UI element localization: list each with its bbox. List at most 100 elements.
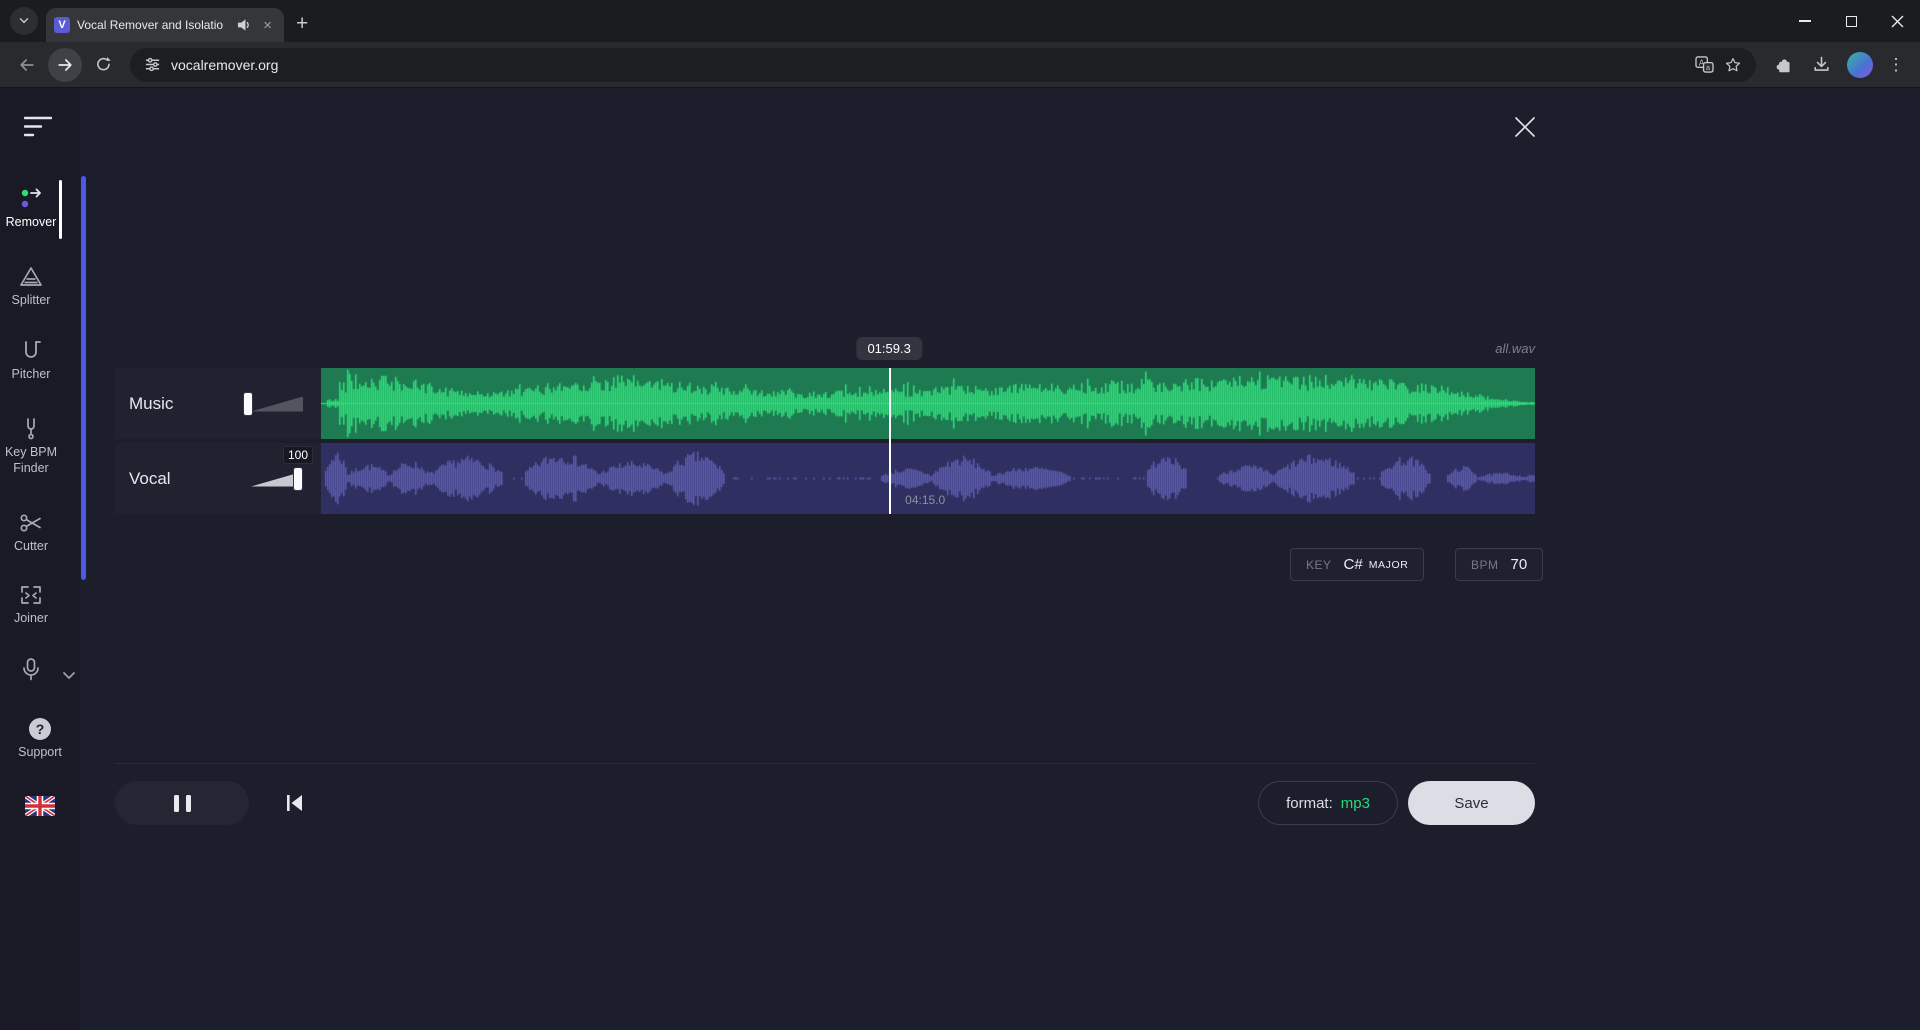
sidebar-item-support[interactable]: ? Support [0,718,80,761]
format-selector[interactable]: format: mp3 [1258,781,1398,825]
sidebar-item-remover[interactable]: Remover [0,188,62,231]
pause-icon [186,795,191,812]
downloads-button[interactable] [1804,48,1838,82]
tab-close-button[interactable]: × [259,16,276,35]
minimize-icon [1799,20,1811,22]
language-flag-button[interactable] [0,796,80,816]
track-row-music: Music [115,368,1535,439]
format-label: format: [1286,795,1333,812]
browser-menu-button[interactable]: ⋮ [1882,55,1910,75]
refresh-icon [94,55,113,74]
vocal-volume-handle[interactable] [293,467,303,491]
music-track-label: Music [129,394,173,414]
tab-audio-icon[interactable] [237,18,252,32]
window-maximize-button[interactable] [1828,0,1874,42]
sidebar-item-label: Support [18,745,62,761]
format-value: mp3 [1341,795,1370,812]
browser-chrome: V Vocal Remover and Isolatio × + [0,0,1920,88]
site-info-icon[interactable] [144,56,161,73]
browser-tab[interactable]: V Vocal Remover and Isolatio × [46,8,284,42]
window-controls [1782,0,1920,42]
music-waveform[interactable] [321,368,1535,439]
sidebar-item-splitter[interactable]: Splitter [0,266,62,309]
key-value: C# [1344,556,1363,573]
track-row-vocal: Vocal 100 [115,443,1535,514]
tuning-fork-icon [19,418,43,440]
new-tab-button[interactable]: + [296,13,308,34]
tracks: 01:59.3 Music Vocal 100 [115,368,1535,514]
tab-strip: V Vocal Remover and Isolatio × + [0,0,1920,42]
close-icon [1891,15,1904,28]
key-label: KEY [1306,558,1332,572]
playhead-time: 01:59.3 [867,341,910,356]
bpm-badge: BPM 70 [1455,548,1543,581]
download-icon [1812,55,1831,74]
hamburger-icon [24,116,54,137]
key-badge: KEY C# MAJOR [1290,548,1424,581]
sidebar-scrollbar[interactable] [81,176,86,580]
browser-toolbar: vocalremover.org Aa ⋮ [0,42,1920,88]
sidebar-item-pitcher[interactable]: Pitcher [0,340,62,383]
vocal-track-label: Vocal [129,469,171,489]
skip-to-start-button[interactable] [277,789,313,817]
sidebar-item-label: Pitcher [12,367,51,383]
cursor-time-label: 04:15.0 [905,493,945,507]
sidebar-item-cutter[interactable]: Cutter [0,512,62,555]
back-button[interactable] [10,48,44,82]
url-bar[interactable]: vocalremover.org Aa [130,48,1756,82]
sidebar-item-label: Joiner [14,611,48,627]
sidebar-item-label: Cutter [14,539,48,555]
menu-hamburger-button[interactable] [24,116,54,137]
sidebar-item-label: Remover [6,215,57,231]
playhead[interactable] [889,368,891,514]
tab-title: Vocal Remover and Isolatio [77,18,230,32]
url-text[interactable]: vocalremover.org [171,57,1685,73]
microphone-icon [19,658,43,681]
bookmark-star-icon[interactable] [1724,56,1742,74]
scroll-down-chevron-icon[interactable] [63,672,75,680]
forward-arrow-icon [55,55,75,75]
splitter-icon [19,266,43,288]
scissors-icon [19,512,43,534]
bpm-value: 70 [1511,556,1528,573]
sidebar-item-key-bpm-finder[interactable]: Key BPM Finder [0,418,62,476]
remover-icon [19,188,43,210]
forward-button[interactable] [48,48,82,82]
filename-label: all.wav [1495,341,1535,356]
pitcher-icon [19,340,43,362]
bpm-label: BPM [1471,558,1499,572]
vocal-volume-slider[interactable] [241,466,303,492]
save-button[interactable]: Save [1408,781,1535,825]
music-volume-wedge [251,397,303,412]
site-favicon-icon: V [54,17,70,33]
joiner-icon [19,584,43,606]
sidebar-item-joiner[interactable]: Joiner [0,584,62,627]
sidebar-item-label: Key BPM Finder [2,445,60,476]
chevron-down-icon [17,14,31,28]
tab-search-button[interactable] [10,7,38,35]
pause-button[interactable] [115,781,249,825]
window-minimize-button[interactable] [1782,0,1828,42]
pause-icon [174,795,179,812]
vocal-track-header: Vocal 100 [115,443,321,514]
close-icon [1512,114,1538,140]
music-volume-slider[interactable] [241,391,303,417]
window-close-button[interactable] [1874,0,1920,42]
profile-avatar[interactable] [1847,52,1873,78]
uk-flag-icon [25,796,55,816]
puzzle-icon [1774,55,1793,74]
app-close-button[interactable] [1508,110,1542,144]
sidebar-item-label: Splitter [12,293,51,309]
vocal-remover-app: Remover Splitter Pitcher Key BPM Finder [0,88,1920,1030]
svg-text:a: a [1706,64,1710,72]
translate-icon[interactable]: Aa [1695,56,1714,73]
music-volume-handle[interactable] [243,392,253,416]
maximize-icon [1846,16,1857,27]
extensions-button[interactable] [1766,48,1800,82]
refresh-button[interactable] [86,48,120,82]
music-track-header: Music [115,368,321,439]
skip-to-start-icon [285,794,305,812]
sidebar-item-recorder[interactable] [0,658,62,681]
key-scale: MAJOR [1369,559,1409,571]
bottom-divider [115,763,1535,764]
